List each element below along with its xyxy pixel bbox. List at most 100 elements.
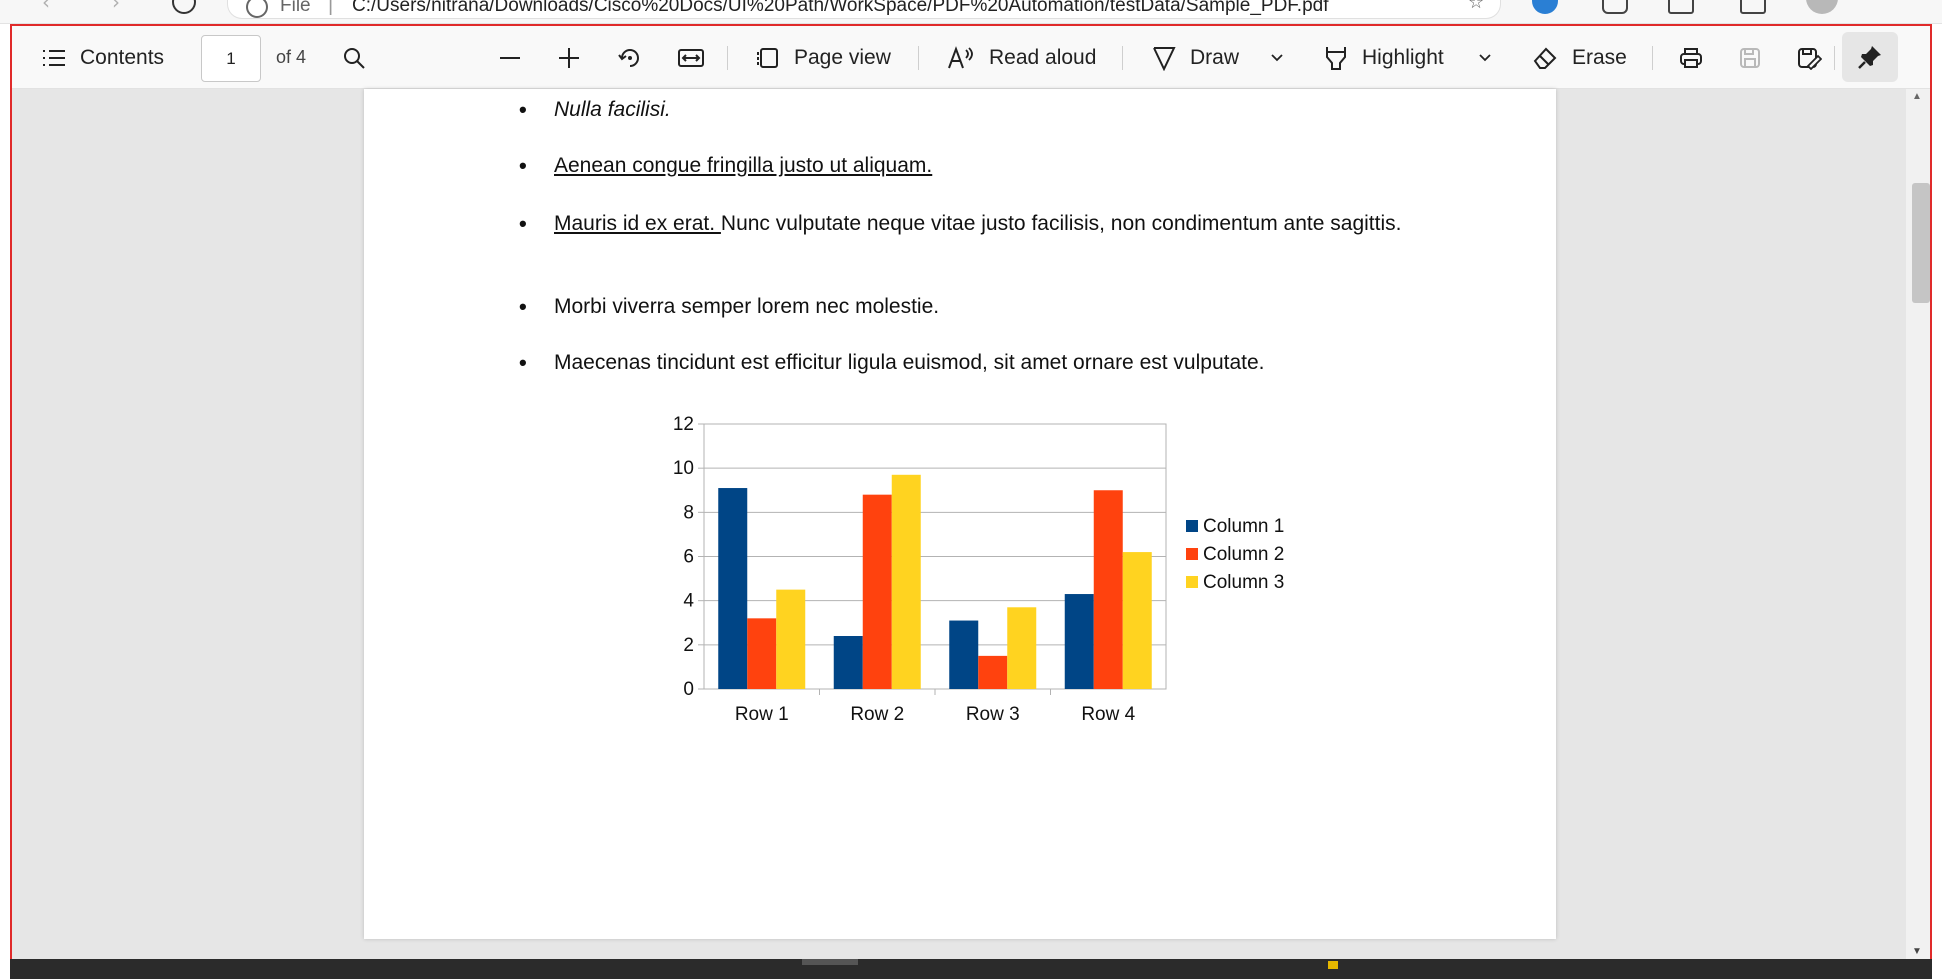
bar — [718, 488, 748, 689]
toolbar-divider — [727, 46, 728, 70]
page-view-button[interactable]: Page view — [754, 26, 891, 89]
draw-pen-icon — [1153, 46, 1176, 71]
plus-icon — [559, 47, 579, 68]
back-icon[interactable]: ‹ — [42, 0, 50, 14]
bullet-marker: • — [519, 211, 527, 236]
bar — [833, 636, 863, 689]
pin-toolbar-button[interactable] — [1842, 32, 1898, 82]
bullet-marker: • — [519, 294, 527, 319]
bar — [1122, 552, 1152, 689]
bar — [862, 494, 892, 689]
legend-swatch — [1186, 520, 1198, 532]
contents-label: Contents — [80, 45, 165, 69]
taskbar-indicator — [802, 959, 858, 965]
bar-chart: 0 2 4 6 8 10 12 Row 1 Row 2 Row 3 Row 4 Column 1 Col… — [664, 409, 1314, 729]
taskbar — [10, 959, 1932, 979]
chart-canvas: 0 2 4 6 8 10 12 Row 1 Row 2 Row 3 Row 4 Column 1 Col… — [673, 414, 1284, 725]
read-aloud-button[interactable]: Read aloud — [947, 26, 1096, 89]
save-as-icon — [1798, 47, 1822, 70]
y-tick-label: 8 — [683, 502, 694, 523]
erase-button[interactable]: Erase — [1532, 26, 1627, 89]
chevron-down-icon — [1271, 53, 1283, 61]
draw-label: Draw — [1190, 45, 1240, 69]
highlight-label: Highlight — [1362, 45, 1444, 69]
y-tick-label: 4 — [683, 591, 694, 612]
taskbar-app-icon[interactable] — [1328, 961, 1338, 969]
info-icon[interactable] — [246, 0, 268, 18]
address-url[interactable]: C:/Users/nitrana/Downloads/Cisco%20Docs/… — [352, 0, 1329, 17]
scrollbar-thumb[interactable] — [1912, 183, 1930, 303]
scroll-down-arrow-icon[interactable]: ▼ — [1912, 946, 1922, 957]
fit-width-icon — [678, 48, 704, 67]
bullet-text-wrap: Mauris id ex erat. Nunc vulputate neque … — [554, 209, 1449, 239]
zoom-in-button[interactable] — [557, 26, 581, 89]
save-as-button[interactable] — [1796, 26, 1822, 89]
read-aloud-label: Read aloud — [989, 45, 1097, 69]
add-favorite-icon[interactable]: ☆ — [1468, 0, 1494, 16]
pdf-toolbar: Contents 1 of 4 Page view Read aloud Dra… — [12, 26, 1930, 89]
rotate-button[interactable] — [617, 26, 643, 89]
address-separator: | — [328, 0, 334, 16]
y-tick-label: 0 — [683, 679, 694, 700]
profile-avatar[interactable] — [1806, 0, 1838, 14]
bar — [949, 620, 979, 689]
pdf-viewer: Contents 1 of 4 Page view Read aloud Dra… — [10, 24, 1932, 961]
bar — [978, 655, 1008, 689]
highlight-button[interactable]: Highlight — [1324, 26, 1444, 89]
erase-label: Erase — [1572, 45, 1627, 69]
read-aloud-icon — [948, 45, 973, 68]
forward-icon[interactable]: › — [112, 0, 120, 14]
page-total-label: of 4 — [276, 47, 307, 67]
save-icon — [1740, 47, 1760, 68]
toolbar-divider — [918, 46, 919, 70]
collections-icon[interactable] — [1740, 0, 1766, 14]
print-button[interactable] — [1678, 26, 1704, 89]
zoom-out-button[interactable] — [498, 26, 522, 89]
bullet-marker: • — [519, 350, 527, 375]
x-tick-label: Row 4 — [1081, 704, 1135, 725]
legend-label: Column 3 — [1203, 572, 1284, 593]
legend-label: Column 2 — [1203, 544, 1284, 565]
legend-swatch — [1186, 576, 1198, 588]
bar — [1093, 490, 1123, 689]
draw-options-dropdown[interactable] — [1270, 26, 1284, 89]
bullet-text: Morbi viverra semper lorem nec molestie. — [554, 295, 940, 318]
address-bar[interactable]: File | C:/Users/nitrana/Downloads/Cisco%… — [228, 0, 1500, 18]
y-tick-label: 2 — [683, 635, 694, 656]
page-number-input[interactable]: 1 — [201, 35, 261, 82]
eraser-icon — [1533, 47, 1557, 69]
rotate-icon — [618, 48, 639, 67]
bullet-text: Nunc vulputate neque vitae justo facilis… — [720, 212, 1402, 235]
scroll-up-arrow-icon[interactable]: ▲ — [1912, 91, 1922, 102]
bullet-underlined-text: Mauris id ex erat. — [554, 212, 721, 235]
contents-button[interactable]: Contents — [42, 26, 164, 89]
pin-icon — [1858, 46, 1881, 69]
find-button[interactable] — [342, 26, 366, 89]
page-view-icon — [757, 47, 778, 68]
bullet-marker: • — [519, 153, 527, 178]
fit-width-button[interactable] — [677, 26, 705, 89]
bar — [891, 474, 921, 689]
page-view-label: Page view — [794, 45, 891, 69]
refresh-icon[interactable] — [172, 0, 196, 14]
save-button[interactable] — [1738, 26, 1762, 89]
vertical-scrollbar[interactable]: ▲ ▼ — [1906, 89, 1930, 959]
legend-swatch — [1186, 548, 1198, 560]
y-tick-label: 12 — [673, 414, 694, 435]
extensions-icon[interactable] — [1602, 0, 1628, 14]
pdf-page: • Nulla facilisi. • Aenean congue fringi… — [364, 89, 1556, 939]
copilot-icon[interactable] — [1532, 0, 1558, 14]
x-tick-label: Row 1 — [735, 704, 789, 725]
split-screen-icon[interactable] — [1668, 0, 1694, 14]
toolbar-divider — [1122, 46, 1123, 70]
search-icon — [344, 47, 365, 69]
toolbar-divider — [1652, 46, 1653, 70]
contents-list-icon — [43, 49, 65, 66]
highlight-options-dropdown[interactable] — [1478, 26, 1492, 89]
address-scheme-label: File — [280, 0, 311, 16]
bar — [747, 618, 777, 689]
bullet-text-wrap: Aenean congue fringilla justo ut aliquam… — [554, 151, 1449, 181]
toolbar-divider — [1834, 46, 1835, 70]
minus-icon — [500, 56, 520, 59]
draw-button[interactable]: Draw — [1152, 26, 1239, 89]
